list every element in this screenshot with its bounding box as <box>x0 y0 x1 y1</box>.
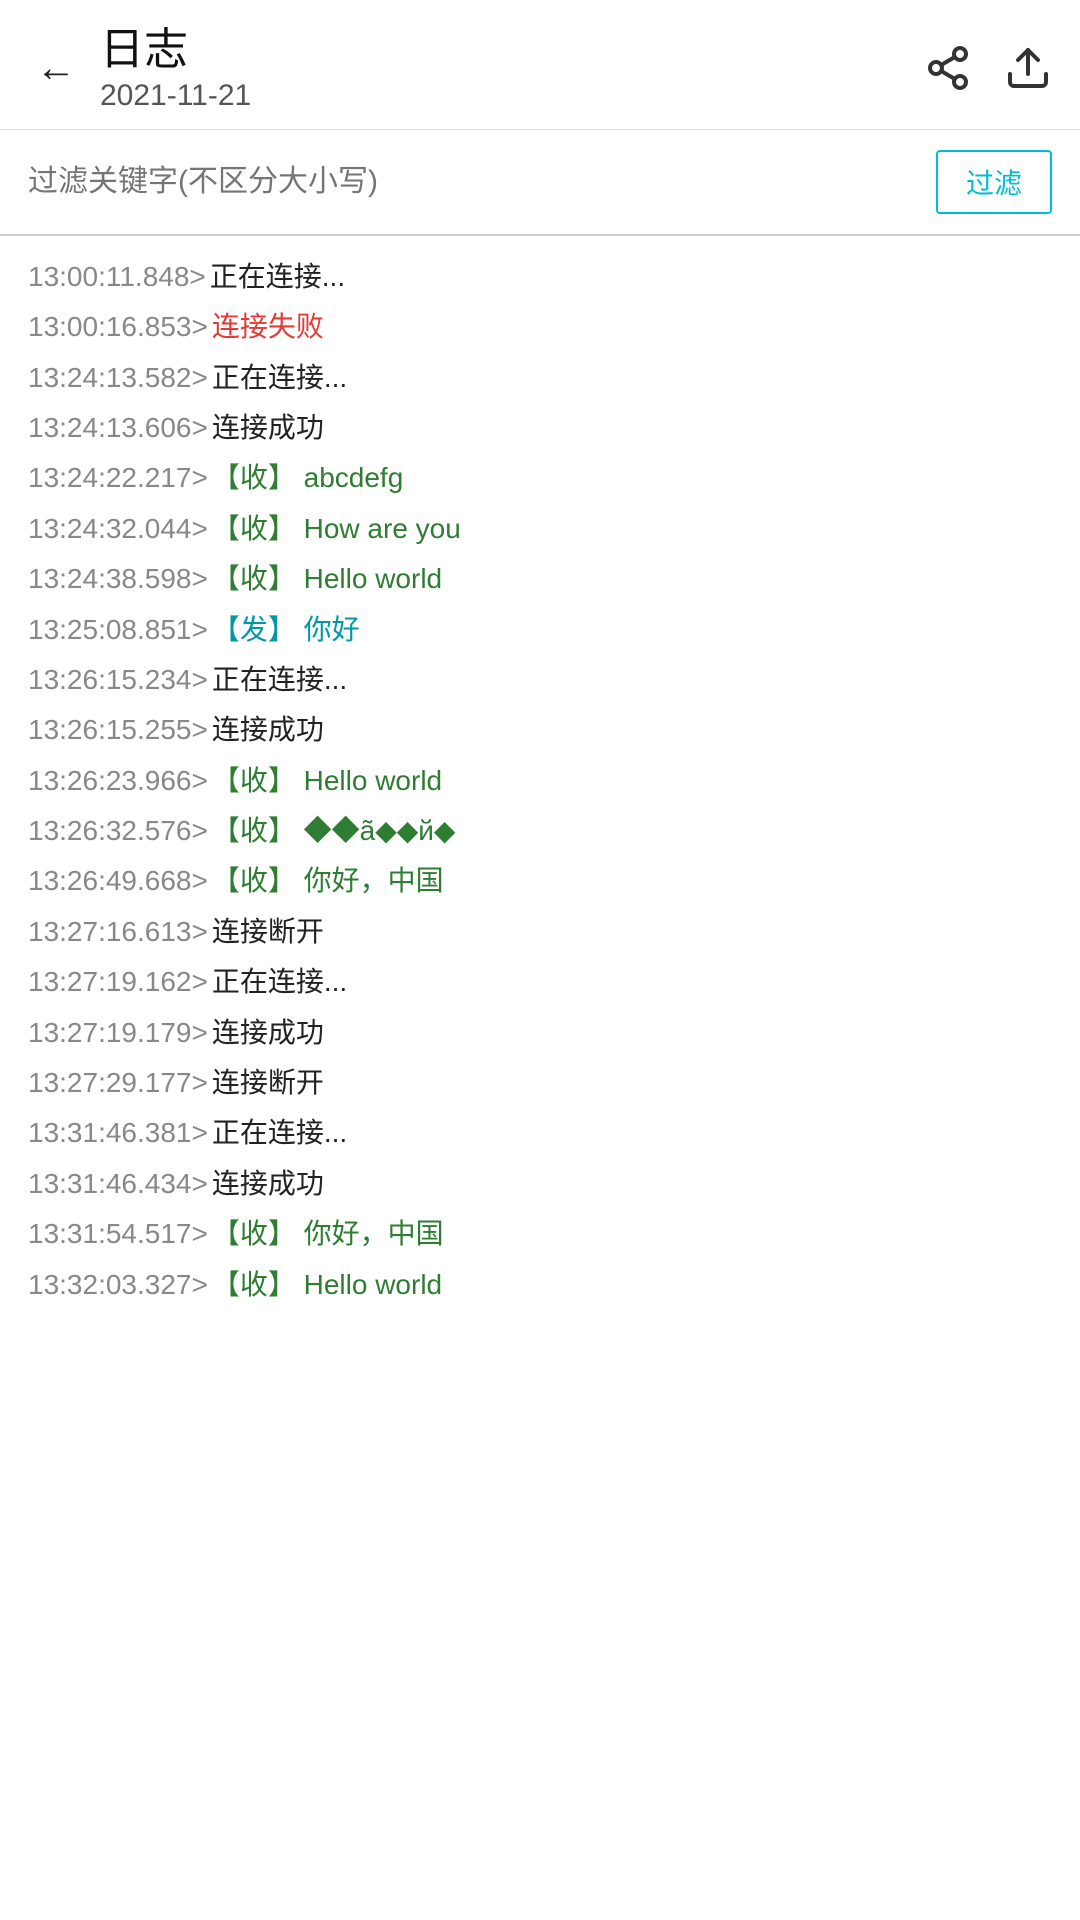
log-content: 【收】 ◆◆ã◆◆й◆ <box>212 806 1052 856</box>
log-entry: 13:31:46.381> 正在连接... <box>28 1108 1052 1158</box>
log-entry: 13:24:38.598> 【收】 Hello world <box>28 554 1052 604</box>
log-content: 【收】 Hello world <box>212 1260 1052 1310</box>
log-entry: 13:24:13.582> 正在连接... <box>28 353 1052 403</box>
filter-button[interactable]: 过滤 <box>936 150 1052 214</box>
log-entry: 13:26:23.966> 【收】 Hello world <box>28 756 1052 806</box>
log-time: 13:00:16.853> <box>28 302 208 352</box>
filter-input[interactable] <box>28 157 920 207</box>
log-time: 13:24:32.044> <box>28 504 208 554</box>
log-content: 正在连接... <box>212 353 1052 403</box>
log-entry: 13:26:15.255> 连接成功 <box>28 705 1052 755</box>
log-time: 13:25:08.851> <box>28 605 208 655</box>
log-entry: 13:26:49.668> 【收】 你好，中国 <box>28 856 1052 906</box>
log-entry: 13:31:46.434> 连接成功 <box>28 1159 1052 1209</box>
log-content: 【收】 Hello world <box>212 756 1052 806</box>
log-content: 连接成功 <box>212 1159 1052 1209</box>
back-button[interactable]: ← <box>28 44 84 92</box>
log-time: 13:26:23.966> <box>28 756 208 806</box>
log-time: 13:26:32.576> <box>28 806 208 856</box>
log-content: 正在连接... <box>212 1108 1052 1158</box>
log-time: 13:32:03.327> <box>28 1260 208 1310</box>
log-content: 连接断开 <box>212 907 1052 957</box>
log-content: 【收】 你好，中国 <box>212 856 1052 906</box>
log-content: 连接成功 <box>212 1008 1052 1058</box>
log-time: 13:26:15.234> <box>28 655 208 705</box>
log-time: 13:24:22.217> <box>28 453 208 503</box>
upload-button[interactable] <box>1004 44 1052 92</box>
log-time: 13:27:19.179> <box>28 1008 208 1058</box>
share-button[interactable] <box>924 44 972 92</box>
log-content: 【发】 你好 <box>212 605 1052 655</box>
header: ← 日志 2021-11-21 <box>0 0 1080 130</box>
log-entry: 13:31:54.517> 【收】 你好，中国 <box>28 1209 1052 1259</box>
log-entry: 13:27:19.162> 正在连接... <box>28 957 1052 1007</box>
log-content: 【收】 abcdefg <box>212 453 1052 503</box>
log-content: 【收】 Hello world <box>212 554 1052 604</box>
log-entry: 13:00:11.848> 正在连接... <box>28 252 1052 302</box>
title-block: 日志 2021-11-21 <box>100 24 924 113</box>
log-time: 13:27:19.162> <box>28 957 208 1007</box>
log-entry: 13:26:32.576> 【收】 ◆◆ã◆◆й◆ <box>28 806 1052 856</box>
log-time: 13:00:11.848> <box>28 252 206 302</box>
log-content: 连接成功 <box>212 403 1052 453</box>
log-list: 13:00:11.848> 正在连接...13:00:16.853> 连接失败1… <box>0 236 1080 1326</box>
log-entry: 13:27:16.613> 连接断开 <box>28 907 1052 957</box>
log-entry: 13:27:19.179> 连接成功 <box>28 1008 1052 1058</box>
log-time: 13:24:13.606> <box>28 403 208 453</box>
log-content: 【收】 How are you <box>212 504 1052 554</box>
filter-bar: 过滤 <box>0 130 1080 236</box>
log-time: 13:31:46.434> <box>28 1159 208 1209</box>
log-content: 正在连接... <box>212 655 1052 705</box>
log-content: 【收】 你好，中国 <box>212 1209 1052 1259</box>
page-title: 日志 <box>100 24 924 77</box>
log-entry: 13:25:08.851> 【发】 你好 <box>28 605 1052 655</box>
log-entry: 13:24:32.044> 【收】 How are you <box>28 504 1052 554</box>
log-content: 连接断开 <box>212 1058 1052 1108</box>
header-actions <box>924 44 1052 92</box>
log-entry: 13:24:22.217> 【收】 abcdefg <box>28 453 1052 503</box>
log-time: 13:24:38.598> <box>28 554 208 604</box>
log-entry: 13:32:03.327> 【收】 Hello world <box>28 1260 1052 1310</box>
log-content: 连接失败 <box>212 302 1052 352</box>
log-entry: 13:00:16.853> 连接失败 <box>28 302 1052 352</box>
log-entry: 13:24:13.606> 连接成功 <box>28 403 1052 453</box>
log-time: 13:27:16.613> <box>28 907 208 957</box>
log-content: 连接成功 <box>212 705 1052 755</box>
log-time: 13:31:54.517> <box>28 1209 208 1259</box>
log-entry: 13:26:15.234> 正在连接... <box>28 655 1052 705</box>
log-content: 正在连接... <box>210 252 1052 302</box>
log-content: 正在连接... <box>212 957 1052 1007</box>
log-time: 13:24:13.582> <box>28 353 208 403</box>
log-entry: 13:27:29.177> 连接断开 <box>28 1058 1052 1108</box>
log-time: 13:26:15.255> <box>28 705 208 755</box>
log-time: 13:26:49.668> <box>28 856 208 906</box>
log-time: 13:31:46.381> <box>28 1108 208 1158</box>
page-date: 2021-11-21 <box>100 79 924 113</box>
log-time: 13:27:29.177> <box>28 1058 208 1108</box>
